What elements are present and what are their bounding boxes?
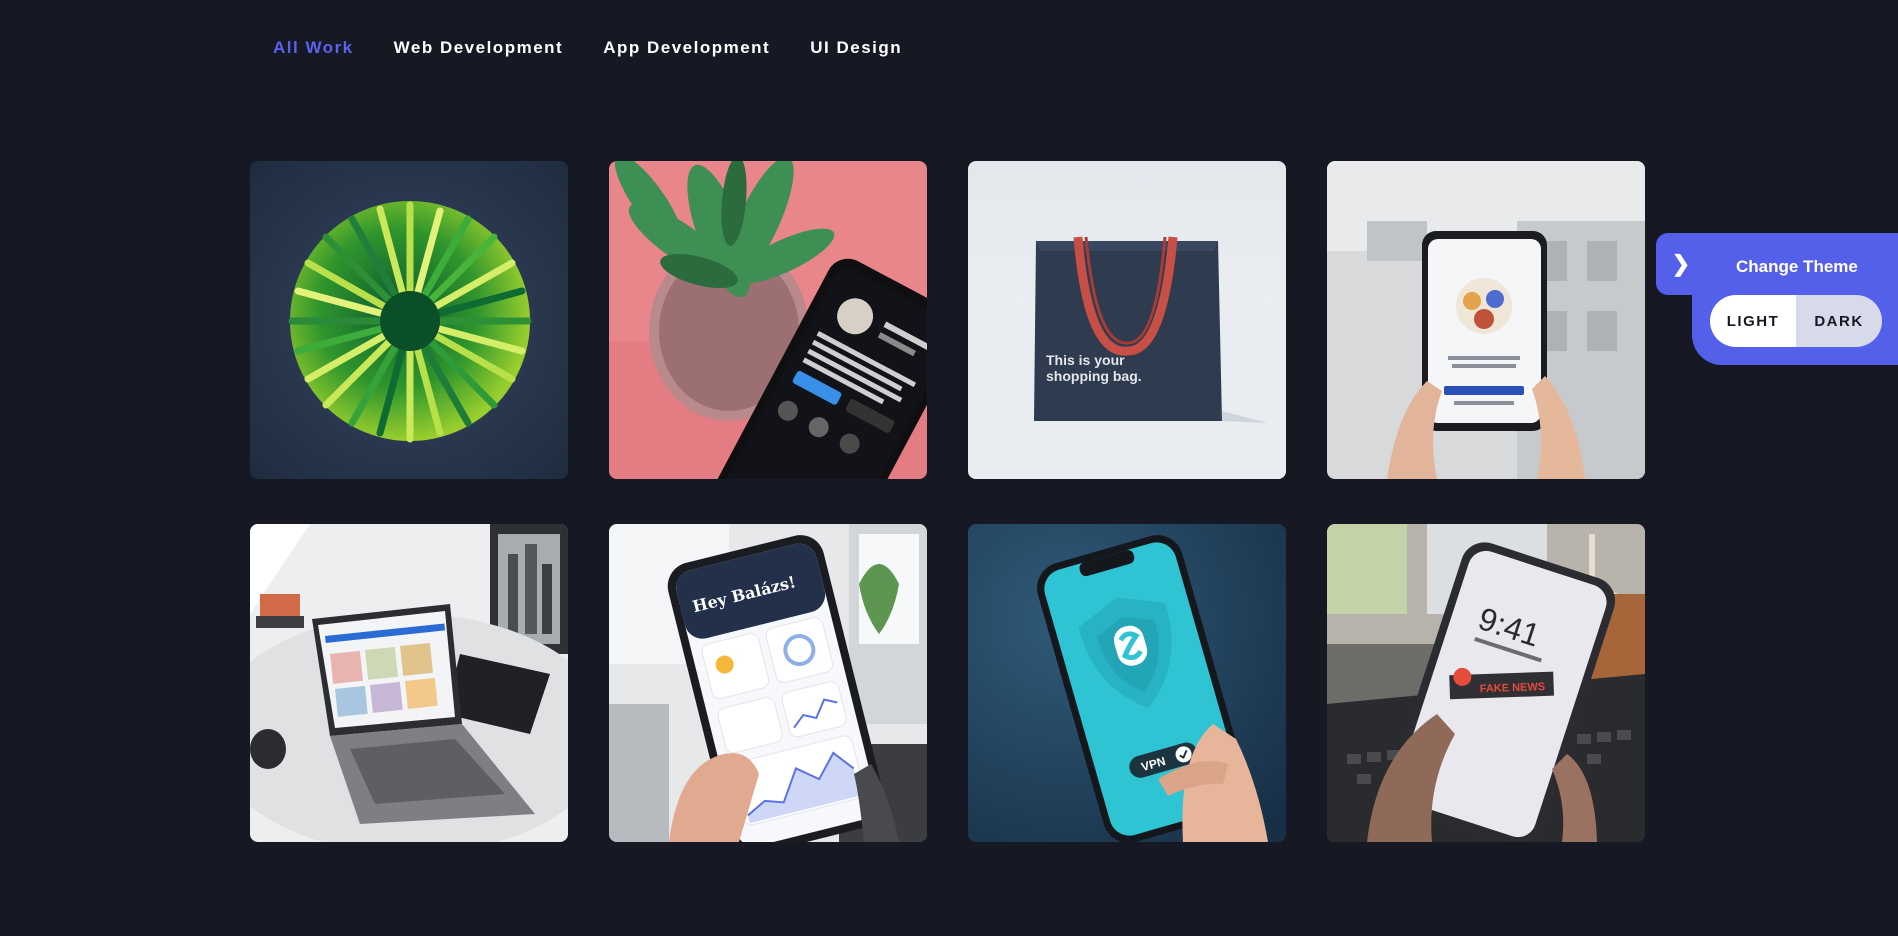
portfolio-filter-nav: All Work Web Development App Development… (273, 37, 942, 59)
theme-panel-title: Change Theme (1736, 257, 1858, 276)
portfolio-item-shopping-bag[interactable]: This is your shopping bag. (968, 161, 1286, 479)
filter-all-work[interactable]: All Work (273, 37, 354, 59)
phone-instagram-image (609, 161, 927, 479)
phone-lockscreen-image: 9:41 FAKE NEWS (1327, 524, 1645, 842)
green-straws-image (250, 161, 568, 479)
bag-caption-line2: shopping bag. (1046, 368, 1142, 384)
portfolio-item-phone-weather[interactable]: Hey Balázs! (609, 524, 927, 842)
portfolio-item-green-straws[interactable] (250, 161, 568, 479)
filter-ui-design[interactable]: UI Design (810, 37, 902, 59)
portfolio-item-laptop[interactable] (250, 524, 568, 842)
portfolio-grid: This is your shopping bag. Hey Balázs! V… (250, 161, 1645, 842)
chevron-right-icon[interactable]: ❯ (1668, 251, 1694, 277)
shopping-bag-image: This is your shopping bag. (968, 161, 1286, 479)
portfolio-item-phone-teams[interactable] (1327, 161, 1645, 479)
filter-web-development[interactable]: Web Development (394, 37, 564, 59)
phone-weather-image: Hey Balázs! (609, 524, 927, 842)
portfolio-item-phone-vpn[interactable]: VPN (968, 524, 1286, 842)
portfolio-item-phone-lockscreen[interactable]: 9:41 FAKE NEWS (1327, 524, 1645, 842)
light-theme-button[interactable]: LIGHT (1710, 295, 1796, 347)
fake-news-label: FAKE NEWS (1480, 681, 1546, 695)
theme-switcher-panel: ❯ Change Theme LIGHT DARK (1656, 233, 1898, 365)
bag-caption-line1: This is your (1046, 352, 1125, 368)
phone-vpn-image: VPN (968, 524, 1286, 842)
phone-teams-image (1327, 161, 1645, 479)
theme-toggle: LIGHT DARK (1710, 295, 1882, 347)
portfolio-item-phone-instagram[interactable] (609, 161, 927, 479)
dark-theme-button[interactable]: DARK (1796, 295, 1882, 347)
laptop-image (250, 524, 568, 842)
filter-app-development[interactable]: App Development (603, 37, 770, 59)
